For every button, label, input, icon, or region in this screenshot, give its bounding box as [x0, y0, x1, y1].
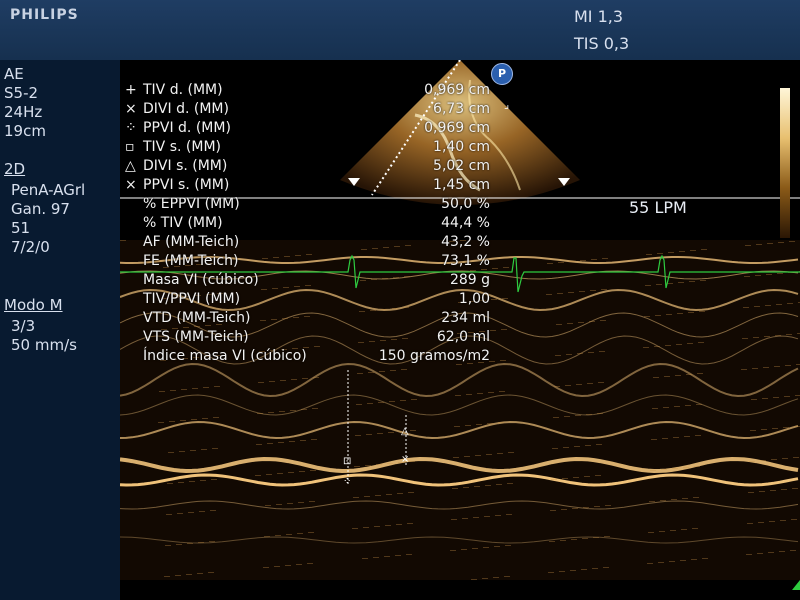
measurement-label: DIVI d. (MM) — [143, 101, 229, 117]
measurement-value: 50,0 % — [441, 196, 490, 212]
measurement-label: Índice masa VI (cúbico) — [143, 348, 307, 364]
settings-panel: AE S5-2 24Hz 19cm 2D PenA-AGrl Gan. 97 5… — [0, 60, 120, 600]
thermal-index: TIS 0,3 — [574, 34, 630, 53]
svg-text:⁘: ⁘ — [343, 476, 351, 487]
measurement-value: 43,2 % — [441, 234, 490, 250]
gain-label: Gan. 97 — [11, 200, 70, 218]
measurement-value: 6,73 cm — [433, 101, 490, 117]
measurement-value: 62,0 ml — [436, 329, 490, 345]
settings-label: 7/2/0 — [11, 238, 50, 256]
measurement-value: 1,45 cm — [433, 177, 490, 193]
measurement-value: 1,40 cm — [433, 139, 490, 155]
measurement-value: 0,969 cm — [424, 120, 490, 136]
preset-label: PenA-AGrl — [11, 181, 86, 199]
heart-rate: 55 LPM — [629, 198, 687, 217]
measurement-value: 0,969 cm — [424, 82, 490, 98]
svg-text:⌟: ⌟ — [504, 98, 509, 111]
measurement-symbol: ▫ — [125, 139, 135, 155]
measurement-label: TIV s. (MM) — [143, 139, 221, 155]
measurement-label: FE (MM-Teich) — [143, 253, 239, 269]
measurement-label: VTD (MM-Teich) — [143, 310, 251, 326]
corner-marker-icon — [792, 580, 800, 590]
measurement-label: % TIV (MM) — [143, 215, 223, 231]
section-m-mode: Modo M — [4, 296, 63, 314]
svg-text:×: × — [401, 454, 409, 465]
svg-text:⊡: ⊡ — [343, 456, 351, 467]
measurement-label: PPVI d. (MM) — [143, 120, 231, 136]
measurement-label: TIV d. (MM) — [143, 82, 223, 98]
measurement-value: 234 ml — [441, 310, 490, 326]
measurement-symbol: + — [125, 82, 137, 98]
ultrasound-image[interactable]: ⌟ ⊡ ⁘ △ × + TIV d. (MM) 0,969 cm × DIVI d. (… — [120, 60, 800, 580]
mode-label: AE — [4, 65, 24, 83]
dynamic-label: 51 — [11, 219, 31, 237]
depth-label: 19cm — [4, 122, 46, 140]
probe-orientation-icon: P — [491, 63, 513, 85]
measurement-label: TIV/PPVI (MM) — [143, 291, 241, 307]
measurement-value: 289 g — [449, 272, 490, 288]
section-2d: 2D — [4, 160, 26, 178]
measurement-symbol: ⁘ — [125, 120, 137, 136]
measurement-label: AF (MM-Teich) — [143, 234, 240, 250]
measurement-symbol: △ — [125, 158, 136, 174]
measurement-symbol: × — [125, 177, 137, 193]
measurement-label: PPVI s. (MM) — [143, 177, 230, 193]
measurement-value: 1,00 — [458, 291, 490, 307]
probe-label: S5-2 — [4, 84, 39, 102]
measurement-value: 5,02 cm — [433, 158, 490, 174]
measurement-label: VTS (MM-Teich) — [143, 329, 249, 345]
measurement-value: 73,1 % — [441, 253, 490, 269]
m-setting-label: 3/3 — [11, 317, 36, 335]
top-bar: PHILIPS MI 1,3 TIS 0,3 — [0, 0, 800, 60]
frame-rate: 24Hz — [4, 103, 43, 121]
measurement-value: 150 gramos/m2 — [378, 348, 490, 364]
mechanical-index: MI 1,3 — [574, 7, 624, 26]
measurement-symbol: × — [125, 101, 137, 117]
brand-logo: PHILIPS — [10, 7, 79, 23]
measurement-label: % EPPVI (MM) — [143, 196, 240, 212]
grayscale-bar — [780, 88, 790, 238]
svg-text:△: △ — [401, 426, 409, 437]
sweep-speed: 50 mm/s — [11, 336, 77, 354]
measurement-label: DIVI s. (MM) — [143, 158, 228, 174]
measurement-value: 44,4 % — [441, 215, 490, 231]
measurement-label: Masa VI (cúbico) — [143, 272, 259, 288]
